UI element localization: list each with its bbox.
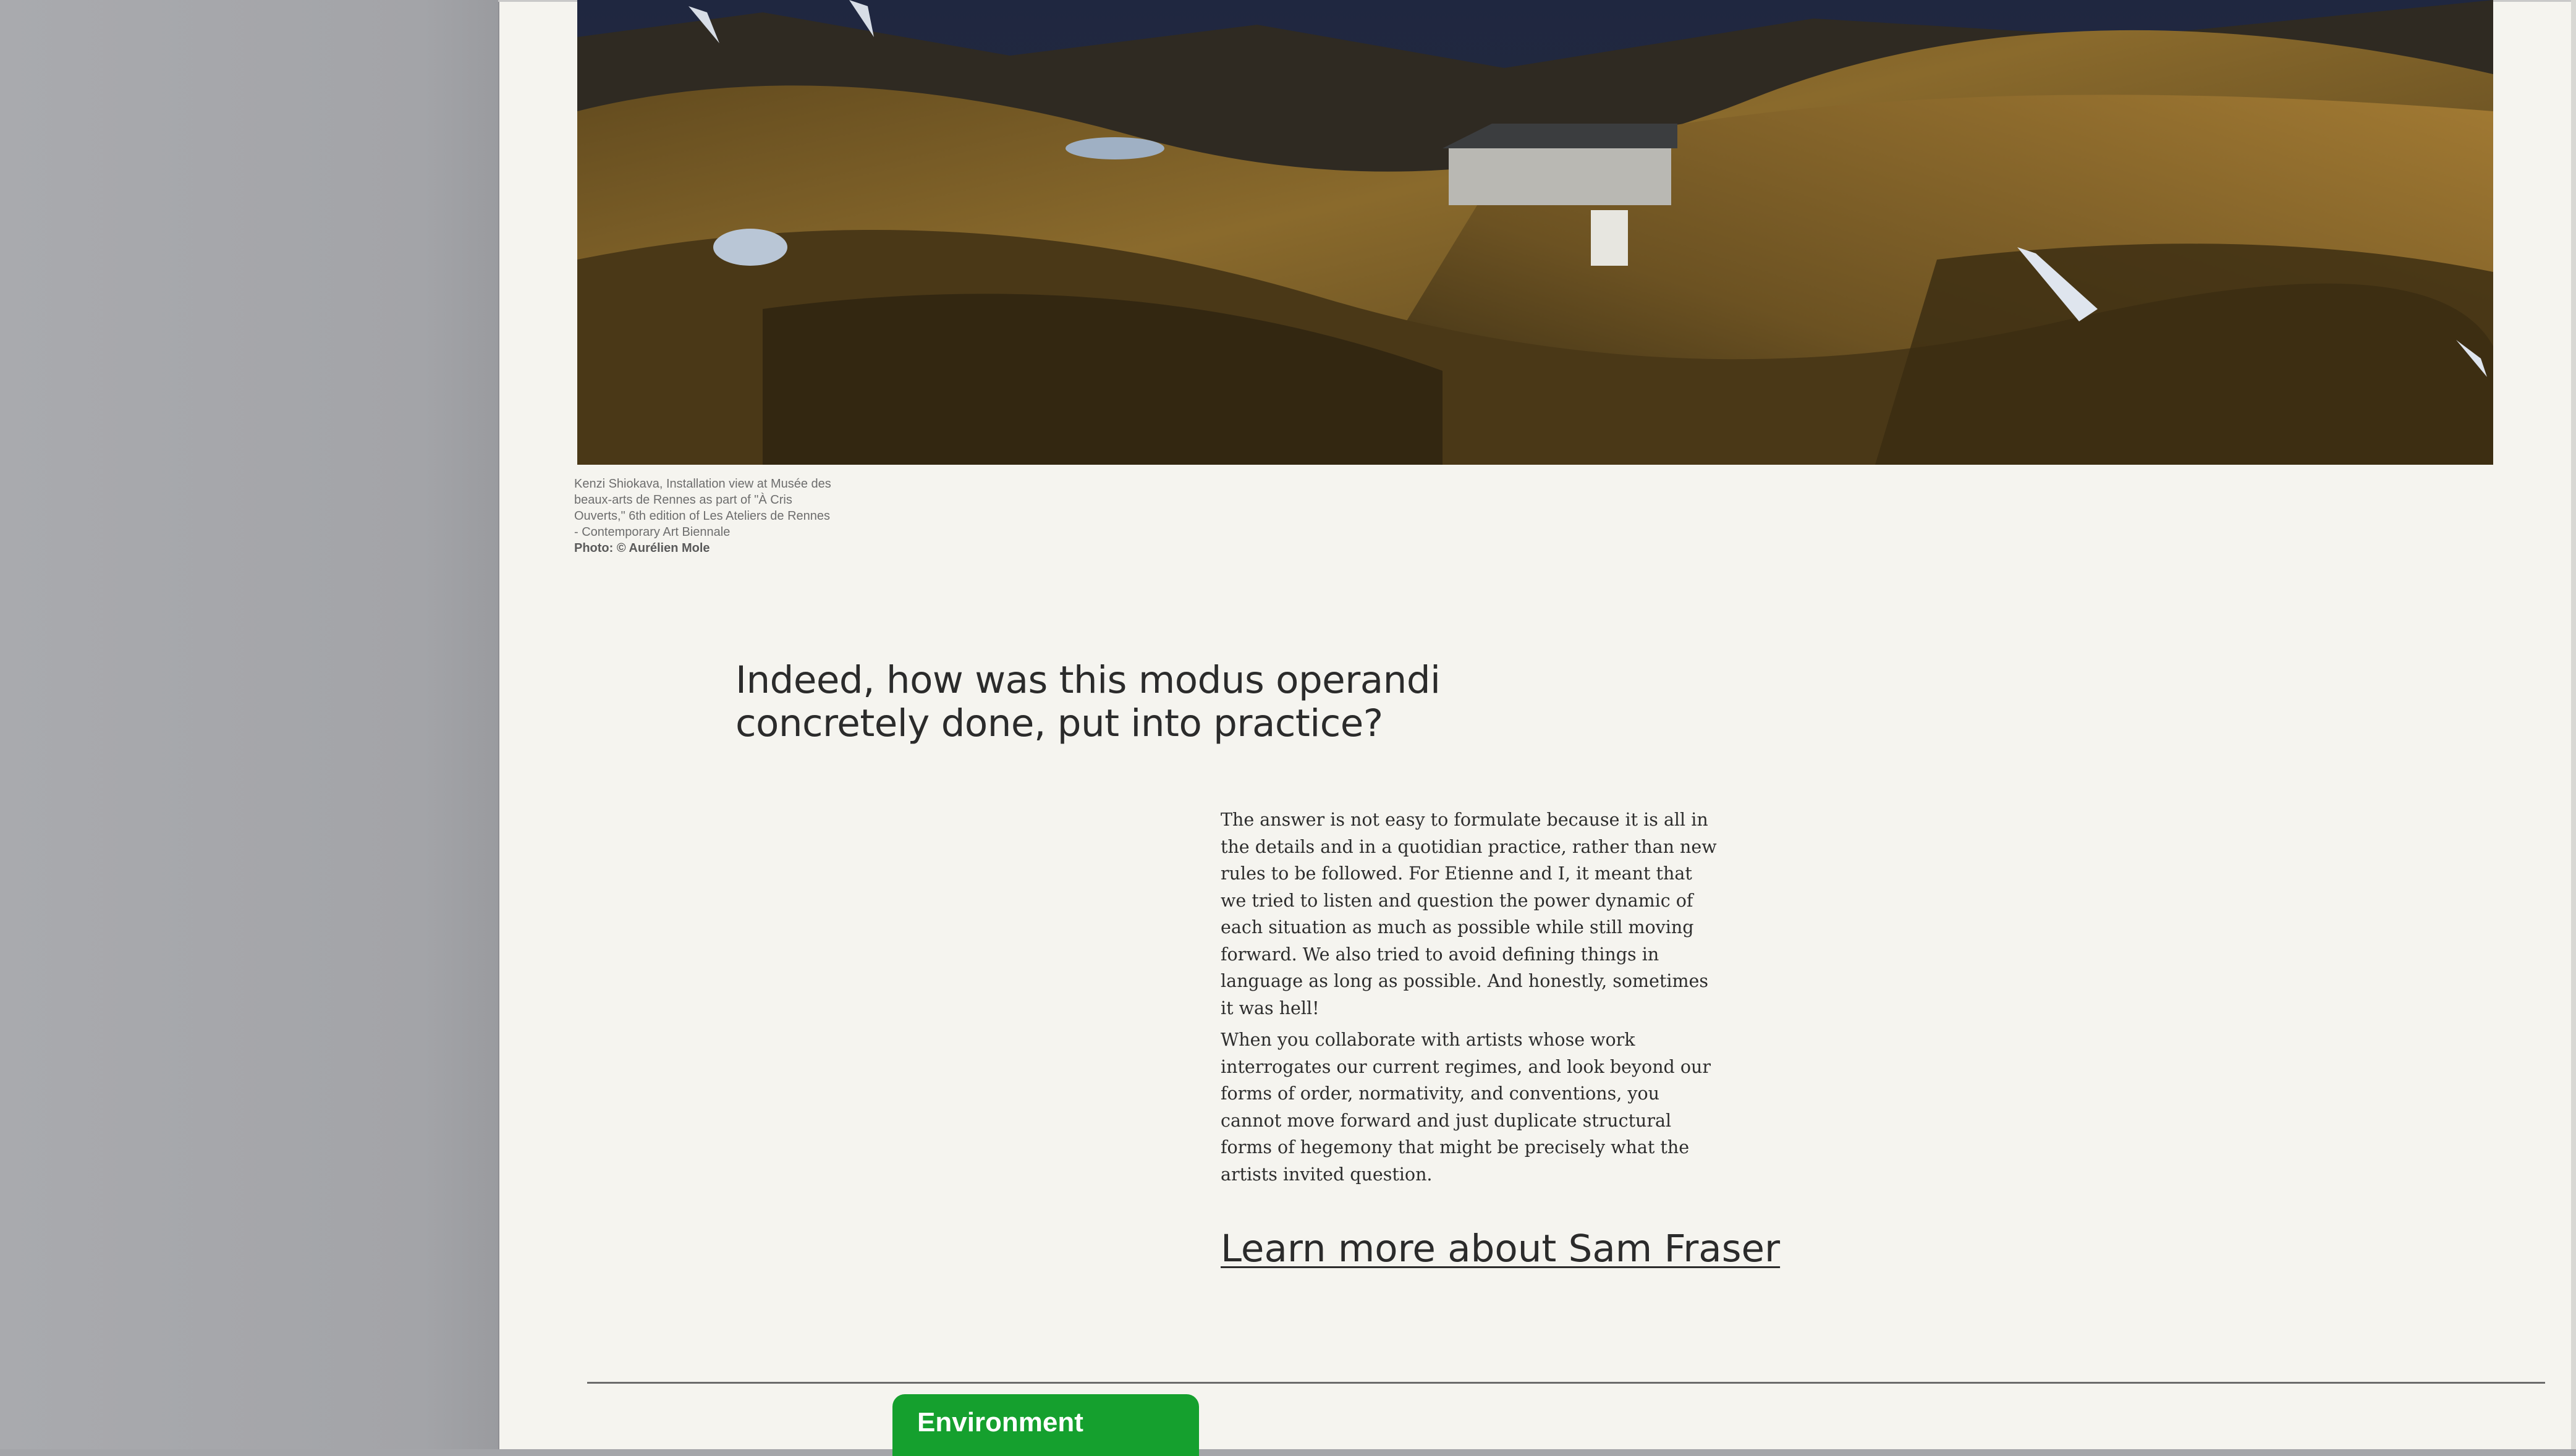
article-body: The answer is not easy to formulate beca… [1221, 806, 1721, 1193]
image-caption: Kenzi Shiokava, Installation view at Mus… [574, 476, 871, 556]
landscape-photo [577, 0, 2493, 465]
body-paragraph: When you collaborate with artists whose … [1221, 1030, 1711, 1185]
photo-credit: Photo: © Aurélien Mole [574, 541, 710, 555]
caption-line: - Contemporary Art Biennale [574, 525, 731, 539]
heading-line: Indeed, how was this modus operandi [735, 658, 1441, 702]
learn-more-link[interactable]: Learn more about Sam Fraser [1221, 1227, 1780, 1271]
body-paragraph: The answer is not easy to formulate beca… [1221, 810, 1717, 1018]
environment-tag[interactable]: Environment [892, 1394, 1199, 1456]
caption-line: Kenzi Shiokava, Installation view at Mus… [574, 477, 831, 491]
heading-line: concretely done, put into practice? [735, 701, 1383, 745]
left-gray-margin [0, 0, 498, 1449]
scrollbar-track[interactable] [2571, 0, 2576, 1449]
section-heading: Indeed, how was this modus operandi conc… [735, 659, 1539, 745]
caption-line: beaux-arts de Rennes as part of "À Cris [574, 493, 792, 507]
section-divider [587, 1382, 2545, 1384]
caption-line: Ouverts," 6th edition of Les Ateliers de… [574, 509, 831, 523]
